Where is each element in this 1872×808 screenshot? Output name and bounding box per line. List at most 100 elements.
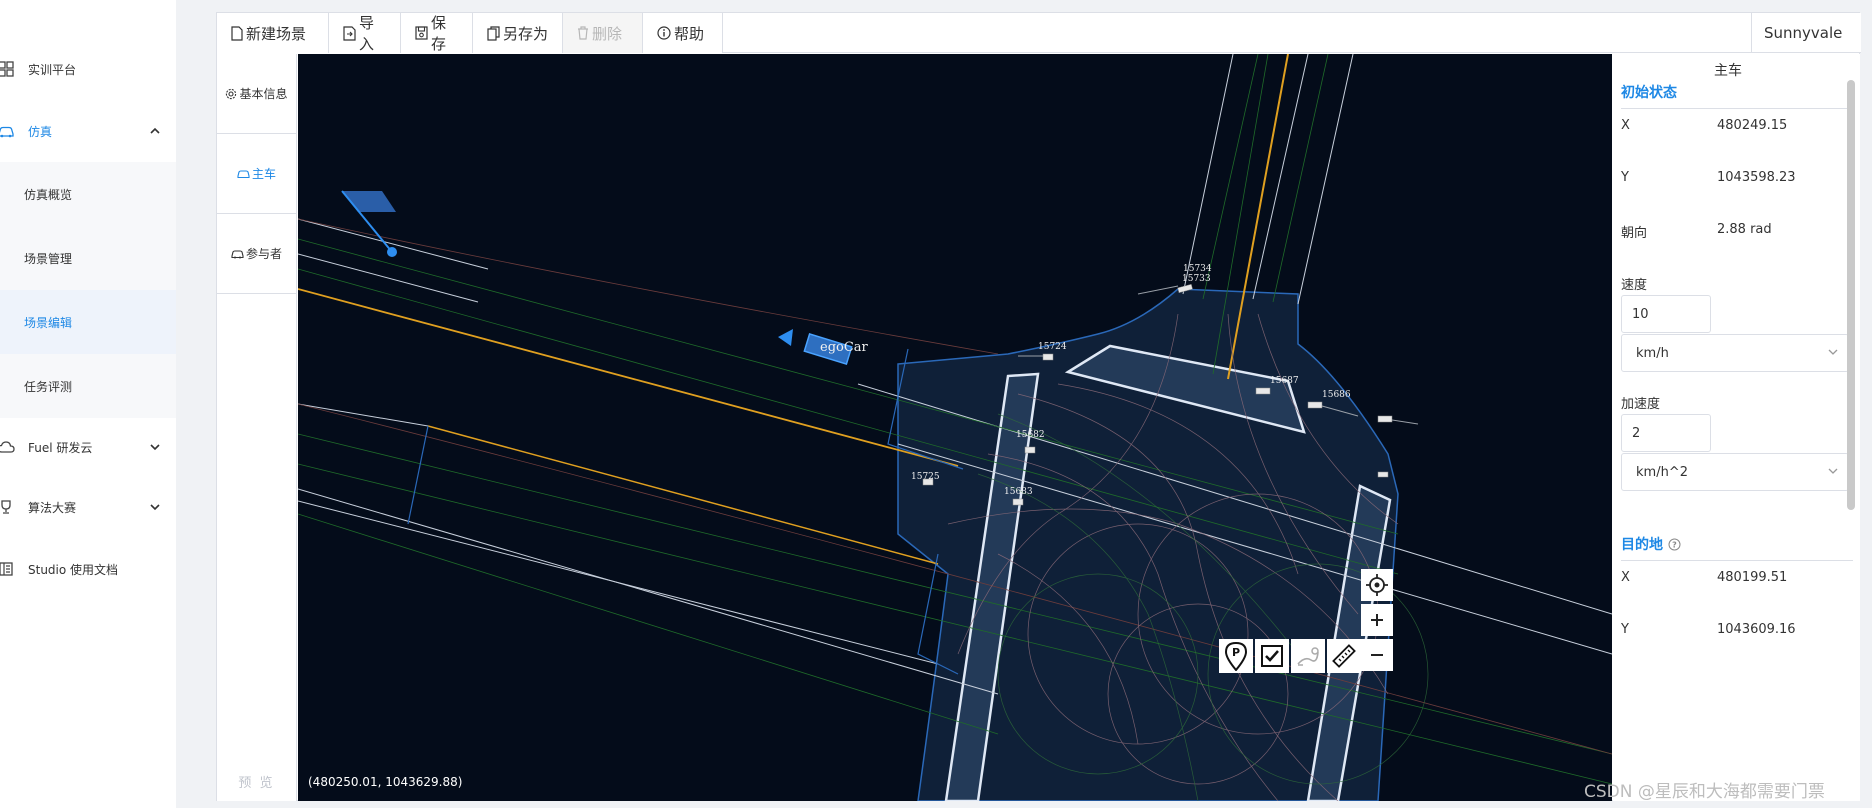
chevron-up-icon xyxy=(150,124,160,138)
grid-icon xyxy=(0,59,16,79)
destination-title-text: 目的地 xyxy=(1621,537,1663,553)
help-button[interactable]: 帮助 xyxy=(643,13,723,53)
obstacle-label: 15734 xyxy=(1183,264,1212,274)
accel-label: 加速度 xyxy=(1621,397,1661,412)
accel-input[interactable] xyxy=(1621,414,1711,452)
import-label: 导入 xyxy=(359,14,375,53)
watermark: CSDN @星辰和大海都需要门票 xyxy=(1584,782,1825,802)
delete-button[interactable]: 删除 xyxy=(563,13,643,53)
side-navigation: 实训平台 仿真 仿真概览 场景管理 场景编辑 任务评测 Fuel 研发云 算法大… xyxy=(0,0,176,808)
road-network xyxy=(298,54,1612,801)
tab-label: 主车 xyxy=(251,167,276,181)
toolbar: 新建场景 导入 保存 另存为 删除 帮助 Sunnyvale xyxy=(217,13,1861,53)
tab-label: 参与者 xyxy=(245,247,282,261)
sub-item-label: 仿真概览 xyxy=(24,187,73,202)
panel-title: 主车 xyxy=(1714,63,1742,79)
minus-icon xyxy=(1371,654,1383,656)
y-label: Y xyxy=(1621,170,1629,185)
sub-item-overview[interactable]: 仿真概览 xyxy=(0,162,176,226)
parking-tool-button[interactable]: P xyxy=(1219,639,1253,673)
tab-ego-car[interactable]: 主车 xyxy=(217,134,296,214)
obstacle-label: 15682 xyxy=(1016,430,1045,440)
accel-unit-select[interactable]: km/h^2 xyxy=(1621,453,1849,491)
chevron-down-icon xyxy=(150,440,160,454)
measure-tool-button[interactable] xyxy=(1327,639,1361,673)
book-icon xyxy=(0,559,16,579)
y-value: 1043598.23 xyxy=(1717,170,1796,185)
obstacle-label: 15733 xyxy=(1182,274,1211,284)
nav-item-training[interactable]: 实训平台 xyxy=(0,38,176,100)
cloud-icon xyxy=(0,437,16,457)
participants-icon xyxy=(231,248,244,259)
nav-item-label: 算法大赛 xyxy=(28,500,77,515)
help-circle-icon[interactable]: ? xyxy=(1668,538,1681,551)
sub-item-scenario-management[interactable]: 场景管理 xyxy=(0,226,176,290)
scenario-editor-card: 新建场景 导入 保存 另存为 删除 帮助 Sunnyvale 基本信息 主车 参… xyxy=(216,12,1861,801)
ruler-icon xyxy=(1332,644,1356,668)
save-button[interactable]: 保存 xyxy=(401,13,473,53)
obstacle-label: 15686 xyxy=(1322,390,1351,400)
city-value: Sunnyvale xyxy=(1764,24,1843,42)
save-as-button[interactable]: 另存为 xyxy=(473,13,563,53)
route-tool-button[interactable] xyxy=(1291,639,1325,673)
divider xyxy=(1621,560,1853,561)
copy-icon xyxy=(487,25,500,41)
speed-unit-select[interactable]: km/h xyxy=(1621,334,1849,372)
crosshair-icon xyxy=(1366,574,1388,596)
locate-button[interactable] xyxy=(1361,569,1393,601)
sub-item-label: 场景编辑 xyxy=(24,315,73,330)
route-icon xyxy=(1297,647,1319,666)
chevron-down-icon xyxy=(150,500,160,514)
check-tool-button[interactable] xyxy=(1255,639,1289,673)
nav-item-competition[interactable]: 算法大赛 xyxy=(0,476,176,538)
city-select[interactable]: Sunnyvale xyxy=(1751,13,1861,53)
plus-icon xyxy=(1371,614,1383,626)
zoom-out-button[interactable] xyxy=(1361,639,1393,671)
heading-value: 2.88 rad xyxy=(1717,222,1772,237)
dest-y-label: Y xyxy=(1621,622,1629,637)
nav-item-fuel[interactable]: Fuel 研发云 xyxy=(0,416,176,478)
speed-label: 速度 xyxy=(1621,278,1648,293)
nav-item-simulation[interactable]: 仿真 xyxy=(0,100,176,162)
import-button[interactable]: 导入 xyxy=(329,13,401,53)
save-icon xyxy=(415,26,428,40)
chevron-down-icon xyxy=(1828,345,1838,359)
nav-item-label: 实训平台 xyxy=(28,62,77,77)
nav-item-studio-docs[interactable]: Studio 使用文档 xyxy=(0,538,176,600)
dest-y-value: 1043609.16 xyxy=(1717,622,1796,637)
trophy-icon xyxy=(0,497,16,517)
info-icon xyxy=(657,26,671,40)
ego-car-panel: 主车 初始状态 X 480249.15 Y 1043598.23 朝向 2.88… xyxy=(1613,54,1860,801)
nav-item-label: Fuel 研发云 xyxy=(28,440,93,455)
sub-item-task-evaluation[interactable]: 任务评测 xyxy=(0,354,176,418)
help-label: 帮助 xyxy=(674,24,705,43)
delete-label: 删除 xyxy=(592,24,623,43)
accel-unit-value: km/h^2 xyxy=(1636,464,1688,480)
sub-item-scenario-editing[interactable]: 场景编辑 xyxy=(0,290,176,354)
obstacle-label: 15687 xyxy=(1270,376,1299,386)
tab-basic-info[interactable]: 基本信息 xyxy=(217,54,296,134)
divider xyxy=(1621,108,1853,109)
scenario-map[interactable]: 15734 15733 15724 15687 15686 15682 1572… xyxy=(298,54,1612,801)
svg-text:?: ? xyxy=(1672,540,1677,549)
obstacle-label: 15725 xyxy=(911,472,940,482)
ego-car-label: egoCar xyxy=(820,340,868,355)
panel-scrollbar[interactable] xyxy=(1847,80,1855,510)
new-scenario-button[interactable]: 新建场景 xyxy=(217,13,329,53)
tab-label: 基本信息 xyxy=(239,87,288,101)
dest-x-label: X xyxy=(1621,570,1630,585)
sub-item-label: 场景管理 xyxy=(24,251,73,266)
obstacle-label: 15683 xyxy=(1004,487,1033,497)
editor-tabs: 基本信息 主车 参与者 预 览 xyxy=(217,54,297,801)
speed-input[interactable] xyxy=(1621,295,1711,333)
new-scenario-label: 新建场景 xyxy=(246,24,307,43)
zoom-in-button[interactable] xyxy=(1361,604,1393,636)
car-icon xyxy=(0,121,16,141)
coordinate-readout: (480250.01, 1043629.88) xyxy=(308,775,463,789)
checkbox-icon xyxy=(1261,645,1283,667)
preview-button[interactable]: 预 览 xyxy=(217,772,296,791)
svg-text:P: P xyxy=(1232,646,1240,659)
file-icon xyxy=(231,25,243,41)
save-label: 保存 xyxy=(431,14,447,53)
tab-participants[interactable]: 参与者 xyxy=(217,214,296,294)
